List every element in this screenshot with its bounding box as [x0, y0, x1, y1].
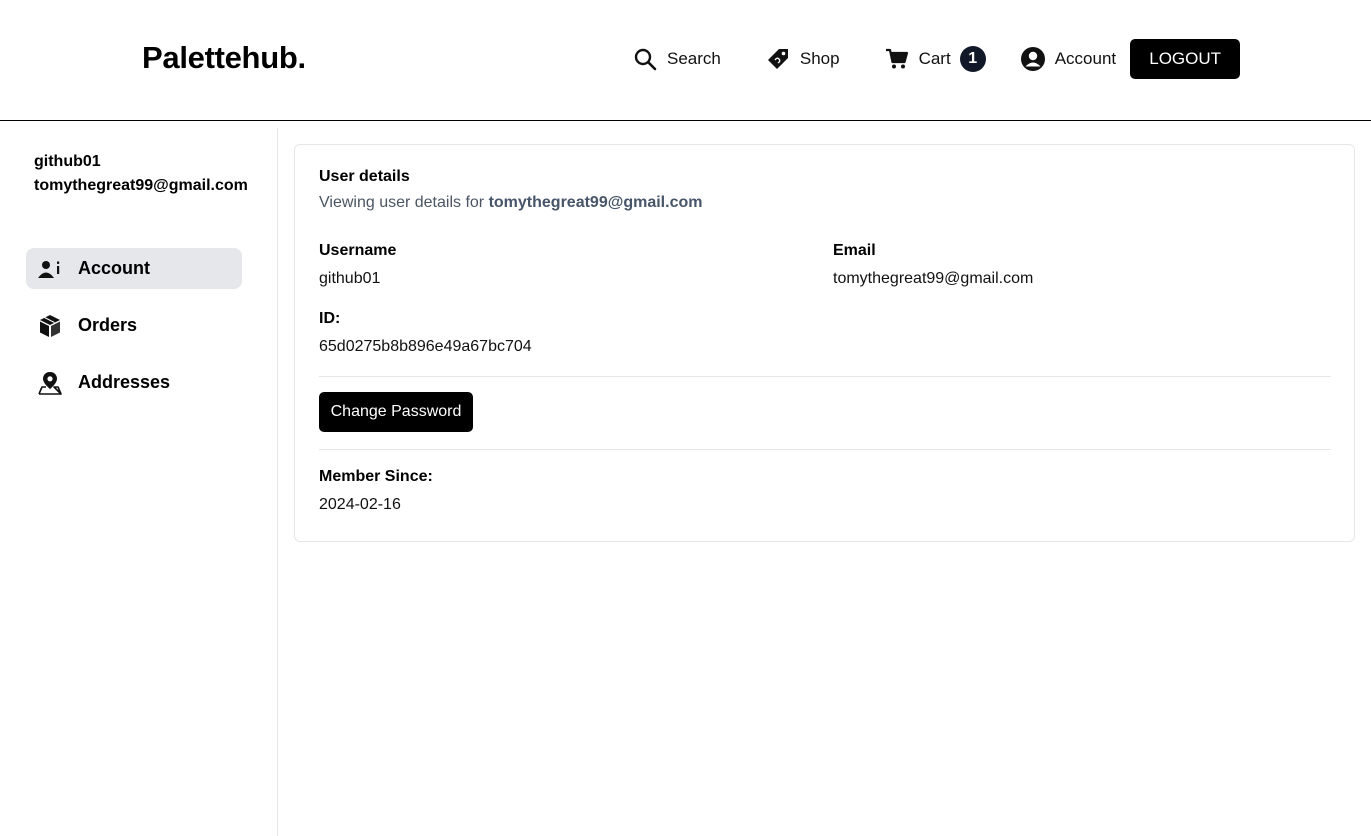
map-pin-icon [38, 371, 62, 395]
cart-count-badge: 1 [959, 46, 986, 72]
member-since-label: Member Since: [319, 468, 433, 485]
nav-account[interactable]: Account [1020, 39, 1116, 79]
username-label: Username [319, 242, 397, 259]
card-subtitle-prefix: Viewing user details for [319, 194, 485, 211]
cart-icon [884, 46, 910, 72]
sidebar-item-orders[interactable]: Orders [26, 305, 242, 346]
nav-shop[interactable]: Shop [765, 39, 840, 79]
nav-cart-label: Cart [918, 49, 951, 68]
nav-search[interactable]: Search [632, 39, 721, 79]
search-icon [632, 46, 658, 72]
nav-search-label: Search [667, 49, 721, 68]
card-subtitle: Viewing user details for tomythegreat99@… [319, 194, 702, 212]
member-since-value: 2024-02-16 [319, 496, 401, 513]
user-circle-icon [1020, 46, 1046, 72]
nav-shop-label: Shop [799, 49, 840, 68]
sidebar-user-info: github01 tomythegreat99@gmail.com [34, 150, 248, 198]
sidebar-item-account[interactable]: Account [26, 248, 242, 289]
user-info-icon [38, 257, 62, 281]
username-value: github01 [319, 270, 381, 287]
sidebar-item-label: Orders [78, 315, 138, 335]
sidebar-item-label: Account [78, 258, 150, 278]
id-value: 65d0275b8b896e49a67bc704 [319, 338, 532, 355]
email-label: Email [833, 242, 876, 259]
brand-logo[interactable]: Palettehub. [142, 40, 306, 76]
card-subtitle-email: tomythegreat99@gmail.com [488, 194, 703, 211]
divider [319, 449, 1331, 450]
sidebar-menu: Account Orders Addresses [26, 248, 242, 419]
nav-cart[interactable]: Cart 1 [884, 39, 986, 79]
email-value: tomythegreat99@gmail.com [833, 270, 1034, 287]
divider [319, 376, 1331, 377]
card-title: User details [319, 168, 410, 185]
user-details-card: User details Viewing user details for to… [294, 144, 1355, 542]
account-sidebar: github01 tomythegreat99@gmail.com Accoun… [0, 128, 278, 836]
nav-account-label: Account [1054, 49, 1117, 68]
change-password-button[interactable]: Change Password [319, 392, 473, 432]
sidebar-item-addresses[interactable]: Addresses [26, 362, 242, 403]
top-header: Palettehub. Search Shop Cart 1 Account L… [0, 0, 1371, 121]
package-icon [38, 314, 62, 338]
price-tag-icon [765, 46, 791, 72]
sidebar-username: github01 [34, 153, 101, 170]
main-nav: Search Shop Cart 1 Account LOGOUT [632, 39, 1241, 79]
id-label: ID: [319, 310, 341, 327]
sidebar-item-label: Addresses [78, 372, 171, 392]
sidebar-email: tomythegreat99@gmail.com [34, 177, 248, 194]
logout-button[interactable]: LOGOUT [1130, 39, 1241, 79]
